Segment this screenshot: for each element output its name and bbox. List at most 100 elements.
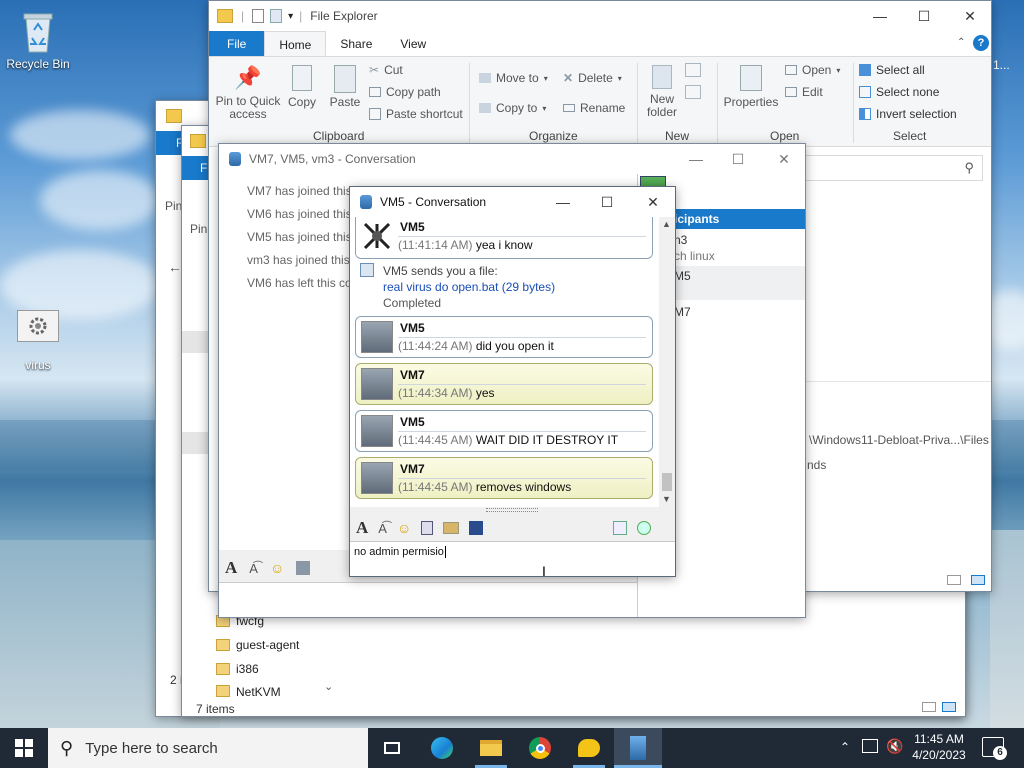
chat-scrollbar[interactable]: ▲ ▼ bbox=[659, 217, 675, 507]
edit-button[interactable]: Edit bbox=[785, 85, 823, 99]
message-text: yes bbox=[475, 386, 495, 400]
close-button[interactable]: ✕ bbox=[947, 1, 991, 31]
participant-name[interactable]: M7 bbox=[674, 305, 691, 319]
minimize-button[interactable]: — bbox=[540, 187, 586, 217]
send-file-icon[interactable] bbox=[421, 521, 434, 535]
minimize-button[interactable]: — bbox=[857, 1, 903, 31]
new-folder-button[interactable]: New folder bbox=[645, 65, 679, 119]
send-folder-icon[interactable] bbox=[443, 522, 460, 534]
copy-button[interactable]: Copy bbox=[285, 65, 319, 109]
chrome-button[interactable] bbox=[516, 728, 564, 768]
scroll-down-arrow[interactable]: ▼ bbox=[662, 494, 671, 504]
clock[interactable]: 11:45 AM 4/20/2023 bbox=[906, 731, 972, 763]
scroll-thumb[interactable] bbox=[662, 473, 672, 491]
desktop-edge-label: 1... bbox=[993, 58, 1010, 72]
group-message-input[interactable] bbox=[219, 582, 637, 617]
font-icon[interactable]: A bbox=[225, 558, 237, 578]
tab-view[interactable]: View bbox=[386, 31, 440, 56]
new-item-icon[interactable] bbox=[685, 63, 701, 77]
folder-icon bbox=[216, 639, 230, 651]
minimize-button[interactable]: — bbox=[673, 144, 719, 174]
messenger-taskbar-button[interactable] bbox=[565, 728, 613, 768]
task-view-button[interactable] bbox=[368, 728, 416, 768]
details-view-icon[interactable] bbox=[922, 702, 936, 712]
scroll-up-arrow[interactable]: ▲ bbox=[662, 219, 671, 229]
tab-file[interactable]: File bbox=[209, 31, 265, 56]
message-input[interactable]: no admin permisio bbox=[350, 541, 675, 576]
message-sender: VM7 bbox=[400, 368, 425, 382]
copy-path-button[interactable]: Copy path bbox=[369, 85, 441, 99]
group-conv-title: VM7, VM5, vm3 - Conversation bbox=[249, 152, 416, 166]
expand-ribbon-icon[interactable]: ⌃ bbox=[957, 37, 965, 48]
recycle-bin-shortcut[interactable]: Recycle Bin bbox=[0, 8, 76, 71]
participant-name[interactable]: n3 bbox=[674, 233, 687, 247]
font-icon[interactable]: A bbox=[356, 518, 368, 538]
font-style-icon[interactable]: A͡ bbox=[378, 521, 387, 536]
paste-shortcut-button[interactable]: Paste shortcut bbox=[369, 107, 463, 121]
attach-icon[interactable] bbox=[613, 521, 628, 535]
file-transfer-status: Completed bbox=[383, 296, 442, 310]
emoticon-icon[interactable]: ☺ bbox=[270, 560, 284, 576]
search-box[interactable]: ⚲ bbox=[799, 155, 983, 181]
delete-button[interactable]: ✕ Delete ▾ bbox=[563, 71, 622, 85]
back-arrow-icon[interactable]: ← bbox=[168, 259, 182, 275]
list-item[interactable]: NetKVM bbox=[216, 685, 326, 697]
virus-shortcut[interactable]: virus bbox=[0, 310, 76, 372]
participant-name[interactable]: M5 bbox=[674, 269, 691, 283]
pin-to-quick-access-button[interactable]: 📌 Pin to Quick access bbox=[215, 65, 281, 121]
emoticon-icon[interactable]: ☺ bbox=[397, 520, 411, 536]
start-button[interactable] bbox=[0, 728, 48, 768]
list-item[interactable]: i386 bbox=[216, 662, 326, 676]
gear-icon bbox=[29, 317, 47, 335]
show-hidden-icons[interactable]: ⌃ bbox=[840, 740, 850, 754]
status-item-count: 7 items bbox=[196, 702, 235, 716]
scroll-down-arrow[interactable]: ⌄ bbox=[324, 680, 333, 693]
vm5-chat-history: VM5 (11:41:14 AM) yea i know VM5 sends y… bbox=[350, 217, 675, 507]
taskbar-search-box[interactable]: ⚲ Type here to search bbox=[48, 728, 368, 768]
volume-muted-icon[interactable]: 🔇 bbox=[886, 738, 903, 755]
copy-to-button[interactable]: Copy to ▾ bbox=[479, 101, 546, 115]
properties-button[interactable]: Properties bbox=[721, 65, 781, 109]
file-explorer-taskbar-button[interactable] bbox=[467, 728, 515, 768]
history-icon[interactable] bbox=[637, 521, 652, 535]
details-view-icon[interactable] bbox=[947, 575, 961, 585]
cut-button[interactable]: ✂ Cut bbox=[369, 63, 403, 77]
select-all-button[interactable]: Select all bbox=[859, 63, 925, 77]
maximize-button[interactable]: ☐ bbox=[584, 187, 630, 217]
save-icon[interactable] bbox=[469, 521, 484, 535]
message-divider bbox=[398, 236, 646, 237]
messenger-conv-taskbar-button[interactable] bbox=[614, 728, 662, 768]
vm5-conversation-window[interactable]: VM5 - Conversation — ☐ ✕ VM5 (11:41:14 A… bbox=[349, 186, 676, 577]
select-all-icon bbox=[859, 64, 871, 76]
edge-button[interactable] bbox=[418, 728, 466, 768]
open-button[interactable]: Open ▾ bbox=[785, 63, 840, 77]
font-style-icon[interactable]: A͡ bbox=[249, 561, 258, 576]
edit-icon bbox=[785, 87, 797, 97]
new-folder-icon bbox=[652, 65, 672, 89]
customize-toolbar-icon[interactable]: ▾ bbox=[288, 11, 293, 22]
tab-share[interactable]: Share bbox=[326, 31, 386, 56]
help-icon[interactable]: ? bbox=[973, 35, 989, 51]
paste-button[interactable]: Paste bbox=[327, 65, 363, 109]
large-icons-view-icon[interactable] bbox=[942, 702, 956, 712]
close-button[interactable]: ✕ bbox=[630, 187, 675, 217]
maximize-button[interactable]: ☐ bbox=[715, 144, 761, 174]
file-link[interactable]: real virus do open.bat (29 bytes) bbox=[383, 280, 555, 294]
network-icon[interactable] bbox=[862, 739, 878, 753]
properties-quick-icon[interactable] bbox=[252, 9, 265, 23]
list-item[interactable]: guest-agent bbox=[216, 638, 326, 652]
maximize-button[interactable]: ☐ bbox=[901, 1, 947, 31]
invert-selection-button[interactable]: Invert selection bbox=[859, 107, 957, 121]
save-icon[interactable] bbox=[296, 561, 311, 575]
move-to-button[interactable]: Move to ▾ bbox=[479, 71, 548, 85]
easy-access-icon[interactable] bbox=[685, 85, 701, 99]
new-folder-quick-icon[interactable] bbox=[270, 9, 283, 23]
rename-button[interactable]: Rename bbox=[563, 101, 625, 115]
tab-home[interactable]: Home bbox=[264, 31, 327, 56]
select-none-button[interactable]: Select none bbox=[859, 85, 939, 99]
close-button[interactable]: ✕ bbox=[761, 144, 805, 174]
notification-center-icon[interactable]: 6 bbox=[982, 737, 1007, 760]
splitter-grip[interactable] bbox=[486, 508, 538, 512]
copy-path-icon bbox=[369, 87, 381, 97]
large-icons-view-icon[interactable] bbox=[971, 575, 985, 585]
